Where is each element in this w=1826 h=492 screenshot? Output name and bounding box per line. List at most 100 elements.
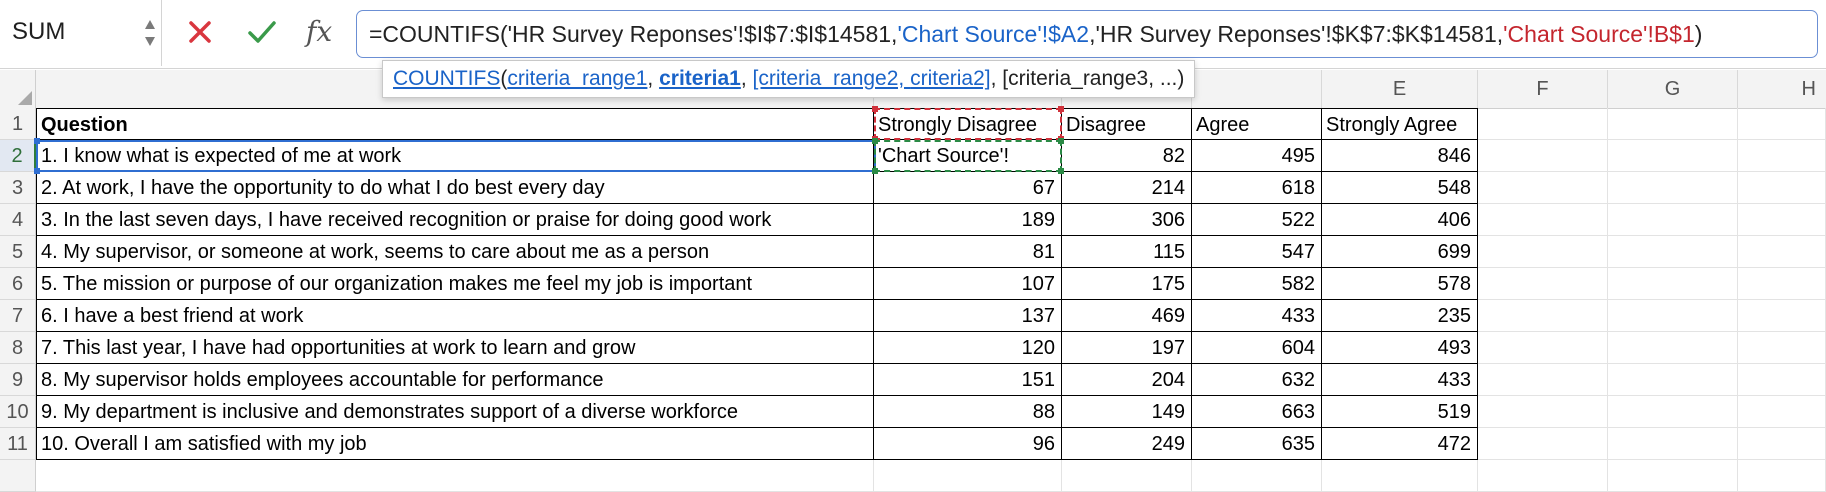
empty-cell[interactable] xyxy=(1608,108,1738,140)
table-cell[interactable]: 189 xyxy=(874,204,1062,236)
empty-cell[interactable] xyxy=(1478,332,1608,364)
empty-cell[interactable] xyxy=(1738,300,1826,332)
table-cell[interactable]: 495 xyxy=(1192,140,1322,172)
table-cell[interactable]: 197 xyxy=(1062,332,1192,364)
table-cell[interactable]: 2. At work, I have the opportunity to do… xyxy=(36,172,874,204)
column-header-h[interactable]: H xyxy=(1738,70,1826,108)
table-cell[interactable]: 663 xyxy=(1192,396,1322,428)
stepper-icon[interactable] xyxy=(143,14,157,52)
table-cell[interactable]: 406 xyxy=(1322,204,1478,236)
table-cell[interactable]: 149 xyxy=(1062,396,1192,428)
tooltip-fn-link[interactable]: COUNTIFS xyxy=(393,67,500,90)
empty-cell[interactable] xyxy=(1608,268,1738,300)
table-cell[interactable]: 493 xyxy=(1322,332,1478,364)
empty-cell[interactable] xyxy=(1608,172,1738,204)
empty-cell[interactable] xyxy=(1608,300,1738,332)
table-cell[interactable]: 88 xyxy=(874,396,1062,428)
name-box[interactable]: SUM xyxy=(0,0,162,66)
empty-cell[interactable] xyxy=(1608,236,1738,268)
empty-cell[interactable] xyxy=(1738,364,1826,396)
table-cell[interactable]: 120 xyxy=(874,332,1062,364)
table-cell[interactable]: 522 xyxy=(1192,204,1322,236)
table-header-cell[interactable]: Agree xyxy=(1192,108,1322,140)
table-cell[interactable]: 469 xyxy=(1062,300,1192,332)
table-cell[interactable]: 151 xyxy=(874,364,1062,396)
table-cell[interactable]: 306 xyxy=(1062,204,1192,236)
row-header[interactable]: 6 xyxy=(0,268,36,300)
empty-cell[interactable] xyxy=(1478,172,1608,204)
empty-cell[interactable] xyxy=(1738,332,1826,364)
table-cell[interactable]: 433 xyxy=(1322,364,1478,396)
empty-cell[interactable] xyxy=(1738,396,1826,428)
row-header[interactable]: 2 xyxy=(0,140,36,172)
table-cell[interactable]: 3. In the last seven days, I have receiv… xyxy=(36,204,874,236)
table-cell[interactable]: 547 xyxy=(1192,236,1322,268)
table-cell[interactable]: 204 xyxy=(1062,364,1192,396)
empty-cell[interactable] xyxy=(1478,268,1608,300)
check-icon[interactable] xyxy=(242,12,282,52)
name-box-value[interactable]: SUM xyxy=(12,18,65,46)
empty-cell[interactable] xyxy=(1738,204,1826,236)
row-header[interactable]: 7 xyxy=(0,300,36,332)
tooltip-arg-criteria1[interactable]: criteria1 xyxy=(659,67,741,90)
table-cell[interactable]: 9. My department is inclusive and demons… xyxy=(36,396,874,428)
table-cell[interactable]: 1. I know what is expected of me at work xyxy=(36,140,874,172)
row-header[interactable]: 8 xyxy=(0,332,36,364)
table-cell[interactable]: 81 xyxy=(874,236,1062,268)
table-cell[interactable]: 578 xyxy=(1322,268,1478,300)
table-cell[interactable]: 175 xyxy=(1062,268,1192,300)
table-cell[interactable]: 4. My supervisor, or someone at work, se… xyxy=(36,236,874,268)
table-cell[interactable]: 235 xyxy=(1322,300,1478,332)
table-header-cell[interactable]: Strongly Agree xyxy=(1322,108,1478,140)
empty-cell[interactable] xyxy=(1062,460,1192,492)
empty-cell[interactable] xyxy=(1192,460,1322,492)
empty-cell[interactable] xyxy=(1478,204,1608,236)
table-cell[interactable]: 519 xyxy=(1322,396,1478,428)
table-cell[interactable]: 249 xyxy=(1062,428,1192,460)
column-header-e[interactable]: E xyxy=(1322,70,1478,108)
table-cell[interactable]: 846 xyxy=(1322,140,1478,172)
table-cell[interactable]: 548 xyxy=(1322,172,1478,204)
row-header[interactable]: 11 xyxy=(0,428,36,460)
column-header-g[interactable]: G xyxy=(1608,70,1738,108)
empty-cell[interactable] xyxy=(1738,460,1826,492)
empty-cell[interactable] xyxy=(1608,204,1738,236)
empty-cell[interactable] xyxy=(1738,172,1826,204)
empty-cell[interactable] xyxy=(1478,364,1608,396)
table-cell[interactable]: 137 xyxy=(874,300,1062,332)
table-cell[interactable]: 699 xyxy=(1322,236,1478,268)
empty-cell[interactable] xyxy=(1478,140,1608,172)
empty-cell[interactable] xyxy=(874,460,1062,492)
table-cell[interactable]: 6. I have a best friend at work xyxy=(36,300,874,332)
empty-cell[interactable] xyxy=(1478,300,1608,332)
empty-cell[interactable] xyxy=(1608,460,1738,492)
formula-input[interactable]: =COUNTIFS('HR Survey Reponses'!$I$7:$I$1… xyxy=(356,10,1818,58)
empty-cell[interactable] xyxy=(1738,268,1826,300)
table-cell[interactable]: 604 xyxy=(1192,332,1322,364)
row-header[interactable]: 1 xyxy=(0,108,36,140)
table-cell[interactable]: 96 xyxy=(874,428,1062,460)
empty-cell[interactable] xyxy=(1738,140,1826,172)
table-header-cell[interactable]: Strongly Disagree xyxy=(874,108,1062,140)
table-cell[interactable]: 582 xyxy=(1192,268,1322,300)
table-header-cell[interactable]: Question xyxy=(36,108,874,140)
empty-cell[interactable] xyxy=(36,460,874,492)
tooltip-arg-criteria-range1[interactable]: criteria_range1 xyxy=(507,67,647,90)
empty-cell[interactable] xyxy=(1608,332,1738,364)
table-cell[interactable]: 632 xyxy=(1192,364,1322,396)
row-header[interactable]: 4 xyxy=(0,204,36,236)
row-header[interactable]: 10 xyxy=(0,396,36,428)
x-icon[interactable] xyxy=(180,12,220,52)
empty-cell[interactable] xyxy=(1322,460,1478,492)
column-header-d[interactable] xyxy=(1192,70,1322,108)
table-cell[interactable]: 82 xyxy=(1062,140,1192,172)
row-header[interactable]: 9 xyxy=(0,364,36,396)
table-cell[interactable]: 5. The mission or purpose of our organiz… xyxy=(36,268,874,300)
tooltip-arg-criteria2[interactable]: criteria2] xyxy=(910,67,991,90)
row-header[interactable] xyxy=(0,460,36,492)
empty-cell[interactable] xyxy=(1608,364,1738,396)
table-cell[interactable]: 115 xyxy=(1062,236,1192,268)
column-header-f[interactable]: F xyxy=(1478,70,1608,108)
empty-cell[interactable] xyxy=(1608,428,1738,460)
editing-cell[interactable]: 'Chart Source'! xyxy=(874,140,1062,172)
